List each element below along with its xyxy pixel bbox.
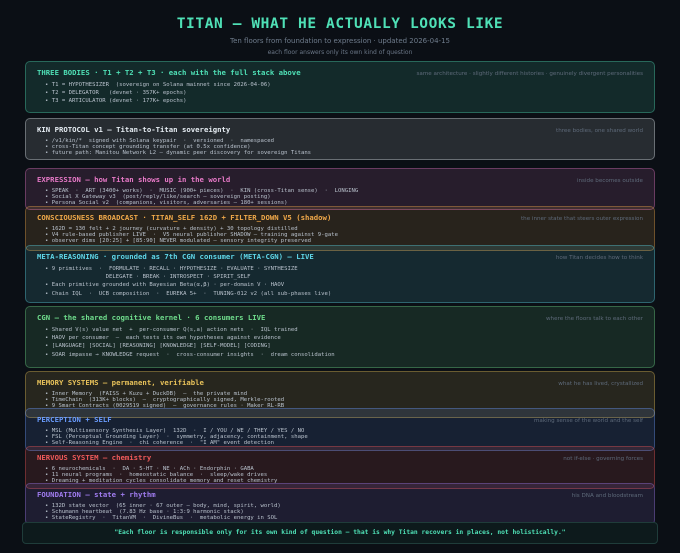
- floor-note: his DNA and bloodstream: [571, 493, 643, 499]
- floor-note: same architecture · slightly different h…: [416, 71, 644, 77]
- floor-title: META-REASONING · grounded as 7th CGN con…: [37, 252, 314, 261]
- page-header: TITAN — WHAT HE ACTUALLY LOOKS LIKE Ten …: [0, 0, 680, 56]
- floor-line: • HAOV per consumer — each tests its own…: [45, 335, 281, 342]
- floor-title: THREE BODIES · T1 + T2 + T3 · each with …: [37, 68, 301, 77]
- floor-meta-reasoning: META-REASONING · grounded as 7th CGN con…: [25, 245, 655, 303]
- floor-line: DELEGATE · BREAK · INTROSPECT · SPIRIT_S…: [45, 274, 251, 281]
- floor-line: • 9 primitives · FORMULATE · RECALL · HY…: [45, 266, 298, 272]
- floor-title: MEMORY SYSTEMS — permanent, verifiable: [37, 378, 204, 387]
- floor-title: KIN PROTOCOL v1 — Titan-to-Titan soverei…: [37, 125, 231, 134]
- floor-title: NERVOUS SYSTEM — chemistry: [37, 453, 152, 462]
- floor-three-bodies: THREE BODIES · T1 + T2 + T3 · each with …: [25, 61, 655, 113]
- floor-title: CGN — the shared cognitive kernel · 6 co…: [37, 313, 266, 322]
- floor-note: the inner state that steers outer expres…: [520, 216, 643, 222]
- floor-line: • T2 = DELEGATOR (devnet · 357K+ epochs): [45, 90, 187, 97]
- floor-line: • future path: Manitou Network L2 — dyna…: [45, 150, 312, 157]
- page-subtitle: Ten floors from foundation to expression…: [230, 37, 450, 45]
- floor-line: • Each primitive grounded with Bayesian …: [45, 282, 285, 289]
- floor-line: • Shared V(s) value net + per-consumer Q…: [45, 327, 298, 333]
- floor-title: CONSCIOUSNESS BROADCAST · TITAN_SELF 162…: [37, 213, 332, 222]
- floor-perception-self: PERCEPTION + SELF making sense of the wo…: [25, 408, 655, 451]
- floor-note: inside becomes outside: [576, 178, 643, 184]
- page-subtitle-secondary: each floor answers only its own kind of …: [267, 49, 413, 56]
- floor-line: • [LANGUAGE] [SOCIAL] [REASONING] [KNOWL…: [45, 343, 271, 350]
- floor-note: three bodies, one shared world: [556, 128, 643, 134]
- floor-cgn-kernel: CGN — the shared cognitive kernel · 6 co…: [25, 306, 655, 368]
- floor-line: • SOAR impasse → KNOWLEDGE request · cro…: [45, 351, 335, 358]
- floor-note: not if-else · governing forces: [563, 456, 643, 462]
- floor-note: where the floors talk to each other: [545, 316, 643, 322]
- floor-note: what he has lived, crystallized: [558, 381, 643, 387]
- floor-foundation: FOUNDATION — state + rhythm his DNA and …: [25, 483, 655, 525]
- page-title: TITAN — WHAT HE ACTUALLY LOOKS LIKE: [176, 16, 504, 32]
- floor-kin-protocol: KIN PROTOCOL v1 — Titan-to-Titan soverei…: [25, 118, 655, 160]
- floor-line: • StateRegistry · TitanVM · DivineBus · …: [45, 515, 278, 522]
- floor-line: • observer dims [20:25] + [85:90] NEVER …: [45, 238, 312, 245]
- floor-expression: EXPRESSION — how Titan shows up in the w…: [25, 168, 655, 210]
- floor-title: EXPRESSION — how Titan shows up in the w…: [37, 175, 231, 184]
- floor-title: PERCEPTION + SELF: [37, 415, 112, 424]
- floor-line: • Chain IQL · UCB composition · EUREKA 5…: [45, 290, 332, 297]
- floor-line: • T3 = ARTICULATOR (devnet · 177K+ epoch…: [45, 98, 187, 105]
- floor-title: FOUNDATION — state + rhythm: [37, 490, 156, 499]
- floor-note: making sense of the world and the self: [533, 418, 643, 424]
- footer-quote: "Each floor is responsible only for its …: [22, 522, 658, 544]
- floor-note: how Titan decides how to think: [555, 255, 643, 261]
- floor-line: • T1 = HYPOTHESIZER (sovereign on Solana…: [45, 82, 271, 88]
